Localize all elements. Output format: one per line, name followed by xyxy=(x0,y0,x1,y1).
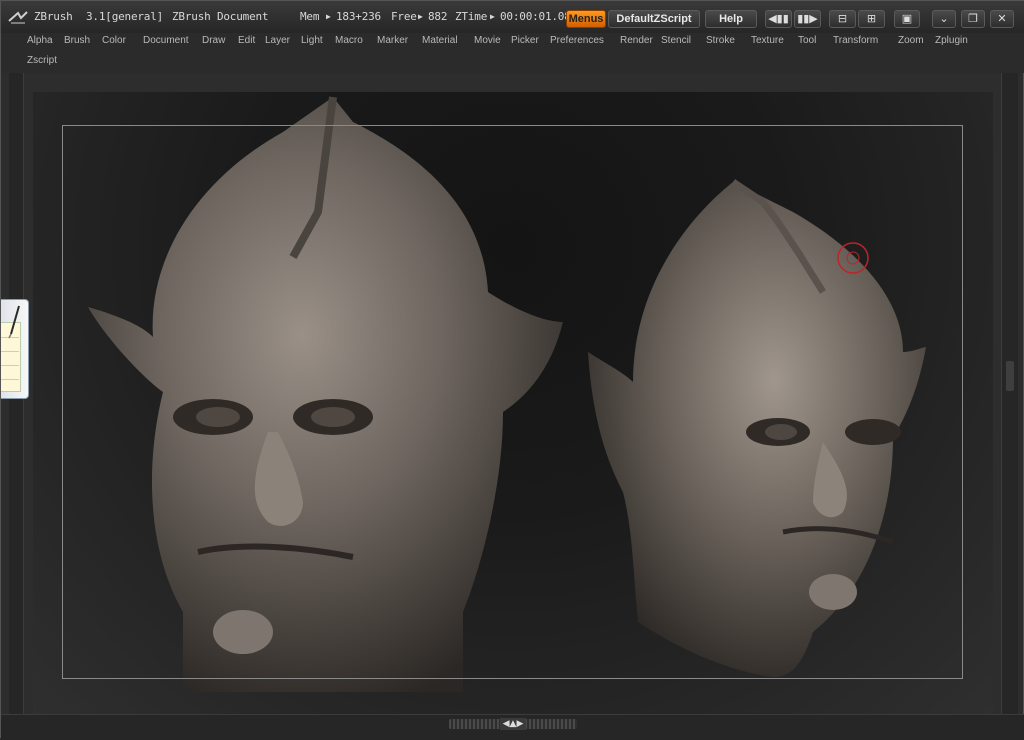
mem-value: 183+236 xyxy=(336,10,381,23)
app-version: 3.1[general] xyxy=(86,10,164,23)
default-zscript-button[interactable]: DefaultZScript xyxy=(608,10,700,28)
note-widget[interactable] xyxy=(1,299,29,399)
app-name: ZBrush xyxy=(34,10,73,23)
menu-render[interactable]: Render xyxy=(620,35,653,46)
menu-brush[interactable]: Brush xyxy=(64,35,90,46)
menu-layer[interactable]: Layer xyxy=(265,35,290,46)
menu-macro[interactable]: Macro xyxy=(335,35,363,46)
close-icon[interactable]: ✕ xyxy=(990,10,1014,28)
right-tray[interactable] xyxy=(1001,73,1018,721)
free-value: 882 xyxy=(428,10,448,23)
menus-button[interactable]: Menus xyxy=(566,10,606,28)
pen-icon xyxy=(8,305,20,339)
menu-light[interactable]: Light xyxy=(301,35,323,46)
layout-1-icon[interactable]: ⊟ xyxy=(829,10,856,28)
menu-movie[interactable]: Movie xyxy=(474,35,501,46)
title-bar: ZBrush 3.1[general] ZBrush Document Mem … xyxy=(1,1,1024,33)
arrow-icon: ▶ xyxy=(418,12,423,21)
layout-2-icon[interactable]: ⊞ xyxy=(858,10,885,28)
document-title: ZBrush Document xyxy=(172,10,269,23)
minimize-icon[interactable]: ⌄ xyxy=(932,10,956,28)
zbrush-window: ZBrush 3.1[general] ZBrush Document Mem … xyxy=(0,0,1024,740)
menu-material[interactable]: Material xyxy=(422,35,458,46)
arrow-icon: ▶ xyxy=(490,12,495,21)
menu-document[interactable]: Document xyxy=(143,35,189,46)
menu-marker[interactable]: Marker xyxy=(377,35,408,46)
menu-texture[interactable]: Texture xyxy=(751,35,784,46)
mem-label: Mem xyxy=(300,10,320,23)
menu-bar: Alpha Brush Color Document Draw Edit Lay… xyxy=(1,33,1024,73)
palette-right-icon[interactable]: ▮▮▶ xyxy=(794,10,821,28)
lock-icon[interactable]: ▣ xyxy=(894,10,920,28)
ztime-value: 00:00:01.08 xyxy=(500,10,571,23)
menu-edit[interactable]: Edit xyxy=(238,35,255,46)
document-canvas[interactable] xyxy=(33,92,993,714)
zbrush-logo-icon xyxy=(8,11,28,24)
menu-tool[interactable]: Tool xyxy=(798,35,816,46)
brush-cursor-icon xyxy=(837,242,869,274)
arrow-icon: ▶ xyxy=(326,12,331,21)
document-frame xyxy=(62,125,963,679)
menu-draw[interactable]: Draw xyxy=(202,35,225,46)
palette-left-icon[interactable]: ◀▮▮ xyxy=(765,10,792,28)
menu-preferences[interactable]: Preferences xyxy=(550,35,604,46)
menu-color[interactable]: Color xyxy=(102,35,126,46)
menu-zplugin[interactable]: Zplugin xyxy=(935,35,968,46)
help-button[interactable]: Help xyxy=(705,10,757,28)
menu-picker[interactable]: Picker xyxy=(511,35,539,46)
ztime-label: ZTime xyxy=(455,10,488,23)
free-label: Free xyxy=(391,10,417,23)
menu-transform[interactable]: Transform xyxy=(833,35,878,46)
menu-alpha[interactable]: Alpha xyxy=(27,35,53,46)
right-tray-handle[interactable] xyxy=(1006,361,1014,391)
menu-zoom[interactable]: Zoom xyxy=(898,35,924,46)
restore-icon[interactable]: ❐ xyxy=(961,10,985,28)
menu-stencil[interactable]: Stencil xyxy=(661,35,691,46)
menu-stroke[interactable]: Stroke xyxy=(706,35,735,46)
bottom-toggle-arrows-icon[interactable]: ◀▲▶ xyxy=(500,718,526,730)
menu-zscript[interactable]: Zscript xyxy=(27,55,57,66)
